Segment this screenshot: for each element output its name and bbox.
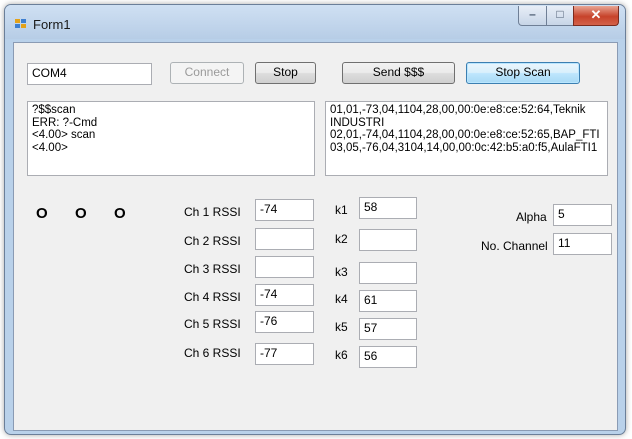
status-indicator: O bbox=[114, 205, 126, 222]
maximize-icon: □ bbox=[556, 7, 564, 21]
k4-field[interactable]: 61 bbox=[359, 290, 417, 312]
ch2-rssi-field[interactable] bbox=[255, 228, 314, 250]
status-indicator: O bbox=[75, 205, 87, 222]
k1-label: k1 bbox=[335, 203, 348, 217]
alpha-field[interactable]: 5 bbox=[553, 204, 612, 226]
k5-label: k5 bbox=[335, 320, 348, 334]
k6-field[interactable]: 56 bbox=[359, 346, 417, 368]
log-line: <4.00> bbox=[32, 141, 68, 154]
alpha-label: Alpha bbox=[516, 210, 547, 224]
log-line: ERR: ?-Cmd bbox=[32, 116, 98, 129]
status-indicator: O bbox=[36, 205, 48, 222]
minimize-icon: – bbox=[529, 7, 536, 21]
ch1-rssi-field[interactable]: -74 bbox=[255, 199, 314, 221]
title-bar[interactable]: Form1 – □ ✕ bbox=[5, 5, 625, 39]
form-client-area: COM4 Connect Stop Send $$$ Stop Scan ?$$… bbox=[13, 42, 618, 431]
stop-button[interactable]: Stop bbox=[255, 62, 316, 84]
ch5-rssi-field[interactable]: -76 bbox=[255, 311, 314, 333]
ch4-rssi-field[interactable]: -74 bbox=[255, 284, 314, 306]
port-input[interactable]: COM4 bbox=[27, 63, 152, 85]
close-button[interactable]: ✕ bbox=[573, 6, 619, 26]
k5-field[interactable]: 57 bbox=[359, 318, 417, 340]
scan-results-log[interactable]: 01,01,-73,04,1104,28,00,00:0e:e8:ce:52:6… bbox=[325, 101, 608, 176]
no-channel-field[interactable]: 11 bbox=[553, 233, 612, 255]
k4-label: k4 bbox=[335, 292, 348, 306]
log-line: ?$$scan bbox=[32, 104, 76, 116]
minimize-button[interactable]: – bbox=[518, 6, 547, 26]
app-window: Form1 – □ ✕ COM4 Connect Stop Send $$$ S… bbox=[4, 4, 626, 435]
k2-label: k2 bbox=[335, 232, 348, 246]
ch6-rssi-field[interactable]: -77 bbox=[255, 343, 314, 365]
maximize-button[interactable]: □ bbox=[546, 6, 574, 26]
k3-label: k3 bbox=[335, 265, 348, 279]
ch6-rssi-label: Ch 6 RSSI bbox=[184, 346, 241, 360]
k3-field[interactable] bbox=[359, 262, 417, 284]
ch5-rssi-label: Ch 5 RSSI bbox=[184, 317, 241, 331]
ch3-rssi-label: Ch 3 RSSI bbox=[184, 262, 241, 276]
ch3-rssi-field[interactable] bbox=[255, 256, 314, 278]
log-line: 02,01,-74,04,1104,28,00,00:0e:e8:ce:52:6… bbox=[330, 129, 600, 141]
log-line: <4.00> scan bbox=[32, 129, 96, 141]
connect-button[interactable]: Connect bbox=[170, 62, 244, 84]
stop-scan-button[interactable]: Stop Scan bbox=[466, 62, 580, 84]
send-button[interactable]: Send $$$ bbox=[342, 62, 455, 84]
k6-label: k6 bbox=[335, 348, 348, 362]
log-line: 01,01,-73,04,1104,28,00,00:0e:e8:ce:52:6… bbox=[330, 104, 586, 116]
ch2-rssi-label: Ch 2 RSSI bbox=[184, 234, 241, 248]
no-channel-label: No. Channel bbox=[481, 239, 548, 253]
log-line: INDUSTRI bbox=[330, 116, 385, 129]
k1-field[interactable]: 58 bbox=[359, 197, 417, 219]
command-log[interactable]: ?$$scan ERR: ?-Cmd <4.00> scan <4.00> bbox=[27, 101, 315, 176]
k2-field[interactable] bbox=[359, 229, 417, 251]
ch4-rssi-label: Ch 4 RSSI bbox=[184, 290, 241, 304]
window-title: Form1 bbox=[33, 17, 71, 32]
ch1-rssi-label: Ch 1 RSSI bbox=[184, 205, 241, 219]
close-icon: ✕ bbox=[590, 7, 602, 22]
form-app-icon bbox=[15, 19, 27, 29]
log-line: 03,05,-76,04,3104,14,00,00:0c:42:b5:a0:f… bbox=[330, 141, 598, 154]
